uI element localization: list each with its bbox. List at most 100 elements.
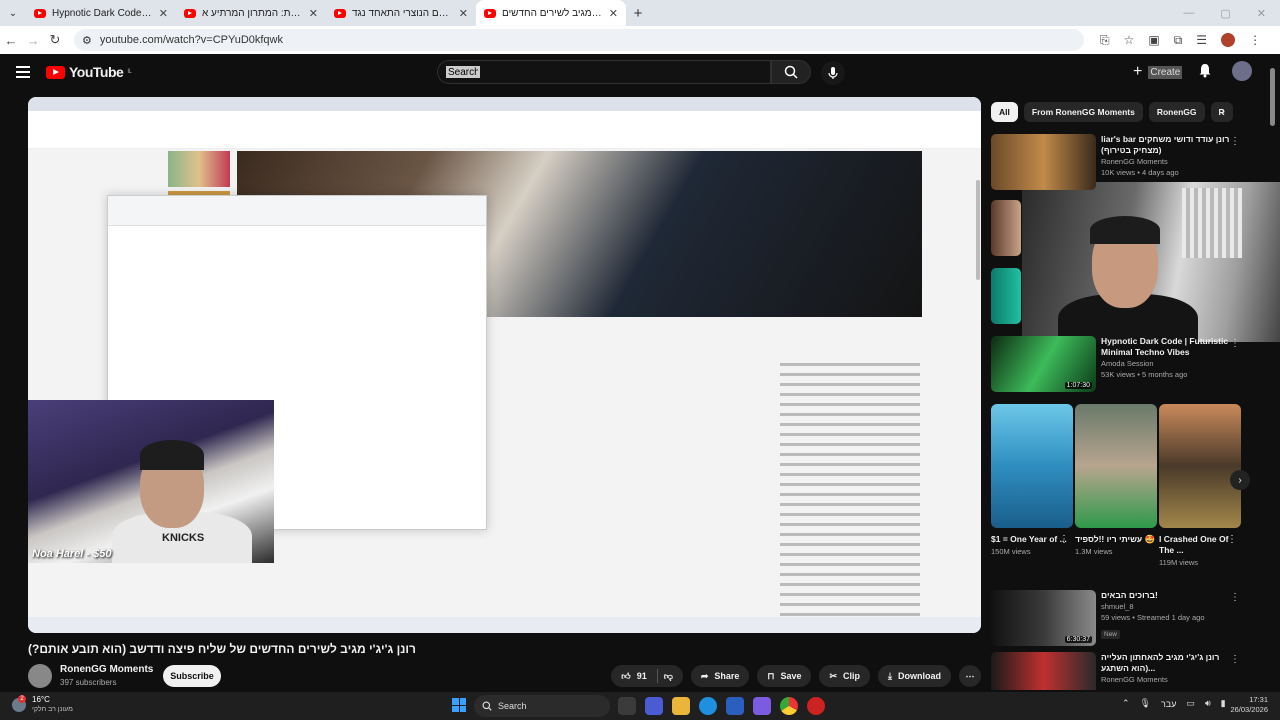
kebab-menu-icon[interactable]: ⋮ <box>1230 136 1240 147</box>
teams-icon[interactable] <box>645 697 663 715</box>
kebab-menu-icon[interactable]: ⋮ <box>1230 338 1240 349</box>
back-icon[interactable]: ← <box>0 33 22 48</box>
extensions-puzzle-icon[interactable]: ⧉ <box>1174 33 1183 48</box>
subscribe-button[interactable]: Subscribe <box>163 665 221 687</box>
kebab-menu-icon[interactable]: ⋮ <box>1227 534 1237 545</box>
short-thumbnail[interactable] <box>1159 404 1241 528</box>
close-tab-icon[interactable]: ✕ <box>459 7 468 20</box>
edge-icon[interactable] <box>699 697 717 715</box>
taskbar-clock[interactable]: 17:31 26/03/2026 <box>1230 695 1268 715</box>
share-button[interactable]: ➦ Share <box>690 665 750 687</box>
new-tab-button[interactable]: + <box>626 5 650 22</box>
video-thumbnail[interactable]: 1:07:30 <box>991 336 1096 392</box>
download-button[interactable]: ⤓ Download <box>878 665 951 687</box>
chip-all[interactable]: All <box>991 102 1018 122</box>
recommendation-item[interactable] <box>991 268 1021 324</box>
like-button[interactable]: 👍︎ 91 👎︎ <box>611 665 683 687</box>
search-box[interactable] <box>437 60 771 84</box>
channel-name[interactable]: RonenGG Moments <box>60 664 153 675</box>
chip-from-channel[interactable]: From RonenGG Moments <box>1023 102 1143 122</box>
short-thumbnail[interactable] <box>1075 404 1157 528</box>
browser-tab-active[interactable]: רונן ג'יג'י מגיב לשירים החדשים ✕ <box>476 0 626 26</box>
file-explorer-icon[interactable] <box>672 697 690 715</box>
recommendation-item[interactable]: 6:30:37 ברוכים הבאים! shmuel_8 59 views … <box>991 590 1246 646</box>
chrome-icon[interactable] <box>780 697 798 715</box>
thumbs-down-icon[interactable]: 👎︎ <box>664 671 673 682</box>
discord-icon[interactable] <box>753 697 771 715</box>
chevron-up-icon[interactable]: ⌃ <box>1122 698 1130 709</box>
new-badge: New <box>1101 630 1121 639</box>
bookmark-star-icon[interactable]: ☆ <box>1124 33 1135 47</box>
channel-avatar[interactable] <box>28 664 52 688</box>
voice-search-button[interactable] <box>821 61 845 85</box>
close-tab-icon[interactable]: ✕ <box>609 7 618 20</box>
recommendation-title[interactable]: רונן ג'יג'י מגיב להאחתון העלייה (הוא השת… <box>1101 652 1231 674</box>
kebab-menu-icon[interactable]: ⋮ <box>1143 534 1153 545</box>
page-scrollbar[interactable] <box>1269 62 1276 702</box>
clip-button[interactable]: ✂ Clip <box>819 665 871 687</box>
youtube-logo[interactable]: YouTube IL <box>46 64 132 80</box>
kebab-menu-icon[interactable]: ⋮ <box>1230 592 1240 603</box>
video-thumbnail[interactable] <box>991 200 1021 256</box>
store-icon[interactable] <box>726 697 744 715</box>
recommendation-item[interactable]: liar's bar רונן עודד ודושי משחקים (מצחיק… <box>991 134 1246 190</box>
video-thumbnail[interactable] <box>991 652 1096 690</box>
menu-kebab-icon[interactable]: ⋮ <box>1249 33 1261 47</box>
recommendation-item[interactable]: רונן ג'יג'י מגיב להאחתון העלייה (הוא השת… <box>991 652 1246 690</box>
create-button[interactable]: + Create <box>1133 63 1183 81</box>
taskbar-search[interactable]: Search <box>474 695 610 717</box>
language-indicator[interactable]: עבר <box>1161 699 1176 709</box>
kebab-menu-icon[interactable]: ⋮ <box>1059 534 1069 545</box>
reading-list-icon[interactable]: ☰ <box>1196 33 1207 47</box>
notifications-button[interactable] <box>1198 63 1212 83</box>
extension-icon[interactable]: ▣ <box>1148 33 1159 47</box>
video-thumbnail[interactable]: 6:30:37 <box>991 590 1096 646</box>
tab-search-icon[interactable]: ⌄ <box>0 0 26 26</box>
recommendation-item[interactable] <box>991 200 1021 256</box>
minimize-icon[interactable]: — <box>1183 7 1194 20</box>
weather-description: מעונן רב חלקי <box>32 706 73 713</box>
search-button[interactable] <box>771 60 811 84</box>
weather-widget[interactable]: 2 16°C מעונן רב חלקי <box>12 694 73 714</box>
save-button[interactable]: ⊓ Save <box>757 665 812 687</box>
recommendation-title[interactable]: Hypnotic Dark Code | Futuristic Minimal … <box>1101 336 1231 358</box>
cast-icon[interactable]: ⎘ <box>1100 33 1110 48</box>
recommendation-title[interactable]: liar's bar רונן עודד ודושי משחקים (מצחיק… <box>1101 134 1231 156</box>
volume-icon[interactable]: 🔊︎ <box>1205 698 1211 709</box>
windows-start-icon[interactable] <box>452 698 466 712</box>
browser-tab[interactable]: עונש מוות: המתרון המרתיע א ✕ <box>176 0 326 26</box>
more-actions-button[interactable]: ⋯ <box>959 665 981 687</box>
video-thumbnail[interactable] <box>991 134 1096 190</box>
video-thumbnail[interactable] <box>991 268 1021 324</box>
close-window-icon[interactable]: ✕ <box>1257 7 1266 20</box>
reload-icon[interactable]: ↻ <box>44 32 66 48</box>
browser-tab[interactable]: Hypnotic Dark Code | Futuristic ✕ <box>26 0 176 26</box>
display-icon[interactable]: ▭ <box>1186 698 1195 709</box>
shorts-next-button[interactable]: › <box>1230 470 1250 490</box>
scrollbar-thumb[interactable] <box>1270 68 1275 126</box>
chevron-right-icon[interactable]: › <box>1221 104 1225 118</box>
browser-tab[interactable]: למה העולם הנוצרי התאחד נגד ✕ <box>326 0 476 26</box>
site-info-icon[interactable]: ⚙ <box>82 34 92 47</box>
address-bar[interactable]: ⚙ youtube.com/watch?v=CPYuD0kfqwk <box>74 29 1084 51</box>
profile-avatar[interactable] <box>1221 33 1236 47</box>
maximize-icon[interactable]: ▢ <box>1220 7 1230 20</box>
account-avatar[interactable] <box>1232 61 1252 81</box>
chip-ronengg[interactable]: RonenGG <box>1148 102 1205 122</box>
recommendation-title[interactable]: ברוכים הבאים! <box>1101 590 1231 601</box>
forward-icon[interactable]: → <box>22 33 44 48</box>
close-tab-icon[interactable]: ✕ <box>159 7 168 20</box>
close-tab-icon[interactable]: ✕ <box>309 7 318 20</box>
task-view-icon[interactable] <box>618 697 636 715</box>
app-icon[interactable] <box>807 697 825 715</box>
recommendation-item[interactable]: 1:07:30 Hypnotic Dark Code | Futuristic … <box>991 336 1246 392</box>
short-thumbnail[interactable] <box>991 404 1073 528</box>
battery-icon[interactable]: ▮ <box>1221 698 1226 709</box>
search-input[interactable] <box>446 66 480 78</box>
create-label: Create <box>1148 65 1183 79</box>
more-horizontal-icon: ⋯ <box>965 670 975 681</box>
menu-hamburger-icon[interactable] <box>16 66 30 78</box>
clip-label: Clip <box>843 671 861 681</box>
microphone-icon[interactable]: 🎙︎ <box>1140 698 1151 709</box>
kebab-menu-icon[interactable]: ⋮ <box>1230 654 1240 665</box>
